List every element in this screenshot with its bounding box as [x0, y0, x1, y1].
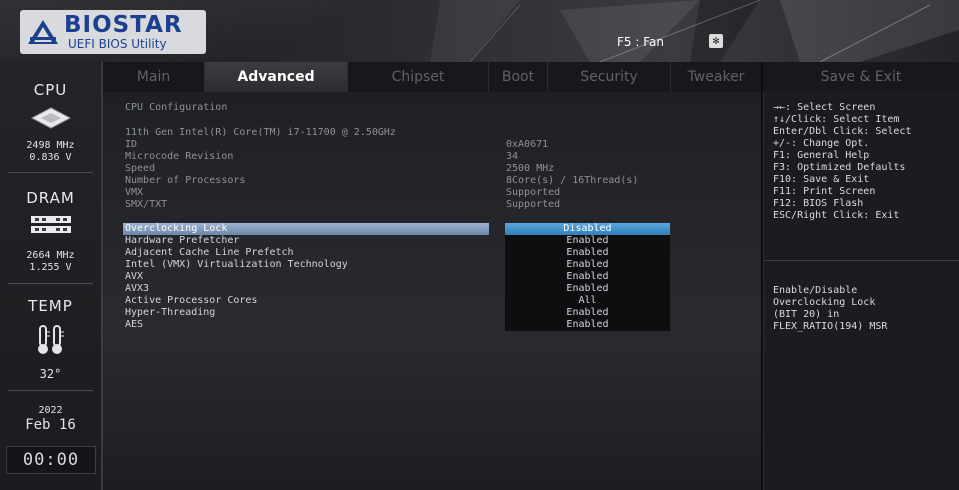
cpu-model-name: 11th Gen Intel(R) Core(TM) i7-11700 @ 2.… — [125, 127, 396, 138]
tab-advanced[interactable]: Advanced — [205, 62, 348, 92]
sidebar-divider — [8, 172, 93, 173]
option-hyper-threading[interactable]: Hyper-Threading — [123, 307, 489, 319]
info-label-processors: Number of Processors — [125, 175, 246, 186]
tab-tweaker[interactable]: Tweaker — [671, 62, 761, 92]
info-value-id: 0xA0671 — [506, 139, 549, 150]
info-label-microcode: Microcode Revision — [125, 151, 234, 162]
dram-module-icon — [31, 216, 71, 233]
tab-boot[interactable]: Boot — [489, 62, 548, 92]
help-key-line: F12: BIOS Flash — [773, 198, 864, 209]
tab-security[interactable]: Security — [548, 62, 671, 92]
temperature-value: 32° — [39, 367, 62, 381]
biostar-logo: BIOSTAR UEFI BIOS Utility — [20, 10, 206, 54]
menu-tab-bar: Main Advanced Chipset Boot Security Twea… — [103, 62, 761, 92]
option-vmx-virtualization[interactable]: Intel (VMX) Virtualization Technology — [123, 259, 489, 271]
option-adjacent-cache-prefetch[interactable]: Adjacent Cache Line Prefetch — [123, 247, 489, 259]
value-adjacent-cache-prefetch[interactable]: Enabled — [505, 247, 670, 259]
sidebar-divider — [8, 283, 93, 284]
help-key-line: →←: Select Screen — [773, 102, 876, 113]
value-active-processor-cores[interactable]: All — [505, 295, 670, 307]
help-description-line: (BIT 20) in — [773, 309, 840, 320]
option-hardware-prefetcher[interactable]: Hardware Prefetcher — [123, 235, 489, 247]
help-key-line: F3: Optimized Defaults — [773, 162, 906, 173]
brand-name: BIOSTAR — [64, 12, 183, 38]
system-clock: 00:00 — [6, 446, 96, 474]
date-year: 2022 — [38, 405, 63, 416]
cpu-voltage: 0.836 V — [29, 152, 72, 163]
help-description-line: Overclocking Lock — [773, 297, 876, 308]
help-key-line: F1: General Help — [773, 150, 870, 161]
dram-title: DRAM — [26, 189, 75, 207]
cpu-chip-icon — [30, 107, 72, 129]
sidebar-divider — [8, 390, 93, 391]
biostar-logo-icon — [28, 20, 58, 44]
help-key-line: ↑↓/Click: Select Item — [773, 114, 900, 125]
help-key-line: F10: Save & Exit — [773, 174, 870, 185]
dram-frequency: 2664 MHz — [26, 250, 75, 261]
tab-save-exit[interactable]: Save & Exit — [763, 62, 959, 92]
help-key-line: ESC/Right Click: Exit — [773, 210, 900, 221]
cpu-title: CPU — [33, 81, 68, 99]
value-aes[interactable]: Enabled — [505, 319, 670, 331]
help-key-line: Enter/Dbl Click: Select — [773, 126, 912, 137]
option-aes[interactable]: AES — [123, 319, 489, 331]
cpu-frequency: 2498 MHz — [26, 140, 75, 151]
help-panel: →←: Select Screen ↑↓/Click: Select Item … — [763, 92, 959, 490]
tab-chipset[interactable]: Chipset — [348, 62, 489, 92]
help-description-line: Enable/Disable — [773, 285, 858, 296]
section-title: CPU Configuration — [125, 102, 228, 113]
info-label-speed: Speed — [125, 163, 156, 174]
help-divider — [764, 260, 959, 261]
value-avx[interactable]: Enabled — [505, 271, 670, 283]
value-overclocking-lock[interactable]: Disabled — [505, 223, 670, 235]
temp-title: TEMP — [28, 297, 73, 315]
status-sidebar: CPU 2498 MHz 0.836 V DRAM 2664 MHz 1.255… — [0, 62, 103, 490]
value-avx3[interactable]: Enabled — [505, 283, 670, 295]
info-value-processors: 8Core(s) / 16Thread(s) — [506, 175, 639, 186]
thermometer-icon — [38, 325, 64, 354]
help-description-line: FLEX_RATIO(194) MSR — [773, 321, 888, 332]
option-avx3[interactable]: AVX3 — [123, 283, 489, 295]
info-value-speed: 2500 MHz — [506, 163, 555, 174]
info-label-smx: SMX/TXT — [125, 199, 168, 210]
info-label-id: ID — [125, 139, 138, 150]
value-hyper-threading[interactable]: Enabled — [505, 307, 670, 319]
option-overclocking-lock[interactable]: Overclocking Lock — [123, 223, 489, 235]
help-key-line: F11: Print Screen — [773, 186, 876, 197]
info-value-microcode: 34 — [506, 151, 519, 162]
help-key-line: +/-: Change Opt. — [773, 138, 870, 149]
advanced-settings-panel: CPU Configuration 11th Gen Intel(R) Core… — [103, 92, 761, 490]
tab-main[interactable]: Main — [103, 62, 205, 92]
dram-voltage: 1.255 V — [29, 262, 72, 273]
date-month-day: Feb 16 — [25, 417, 76, 433]
brand-subtitle: UEFI BIOS Utility — [68, 37, 167, 51]
fan-icon[interactable]: ✻ — [709, 34, 723, 48]
value-hardware-prefetcher[interactable]: Enabled — [505, 235, 670, 247]
info-label-vmx: VMX — [125, 187, 144, 198]
option-active-processor-cores[interactable]: Active Processor Cores — [123, 295, 489, 307]
fan-hotkey-hint[interactable]: F5 : Fan — [617, 35, 664, 49]
info-value-vmx: Supported — [506, 187, 561, 198]
header-banner: BIOSTAR UEFI BIOS Utility F5 : Fan ✻ — [0, 0, 959, 62]
info-value-smx: Supported — [506, 199, 561, 210]
option-avx[interactable]: AVX — [123, 271, 489, 283]
value-vmx-virtualization[interactable]: Enabled — [505, 259, 670, 271]
